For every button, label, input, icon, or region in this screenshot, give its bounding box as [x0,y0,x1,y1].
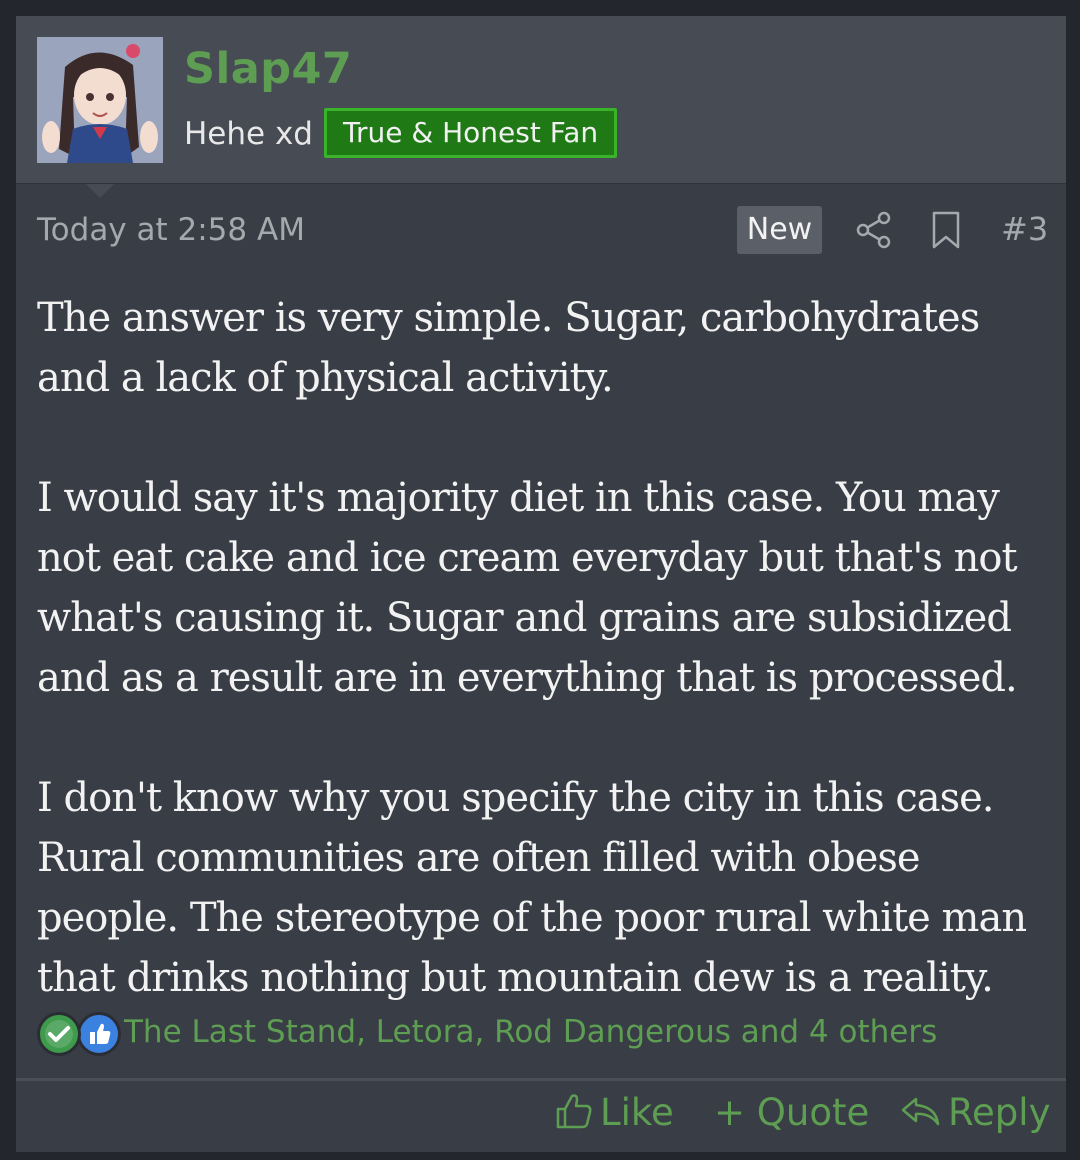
post-time[interactable]: Today at 2:58 AM [37,212,305,248]
reply-icon [901,1097,940,1126]
reaction-users[interactable]: The Last Stand, Letora, Rod Dangerous an… [124,1014,937,1050]
user-banner: True & Honest Fan [324,108,618,158]
thumbs-up-icon [556,1094,592,1129]
body-paragraph: I don't know why you specify the city in… [37,768,1047,1008]
body-line: people. The stereotype of the poor rural… [37,895,1027,941]
body-line: and a lack of physical activity. [37,355,614,401]
like-label: Like [600,1091,674,1134]
user-title: Hehe xd [184,116,313,152]
reactions-bar: The Last Stand, Letora, Rod Dangerous an… [37,1010,1047,1060]
header-caret [86,184,114,198]
body-line: I don't know why you specify the city in… [37,775,994,821]
username[interactable]: Slap47 [184,44,352,94]
avatar-image [37,37,163,163]
body-line: Rural communities are often filled with … [37,835,921,881]
reply-label: Reply [948,1091,1051,1134]
post-actions: Like + Quote Reply [16,1081,1066,1152]
body-line: The answer is very simple. Sugar, carboh… [37,295,980,341]
like-button[interactable]: Like [554,1091,674,1134]
post-number[interactable]: #3 [1001,210,1048,248]
like-icon[interactable] [77,1012,121,1056]
agree-icon[interactable] [37,1012,81,1056]
quote-button[interactable]: + Quote [714,1091,869,1134]
post: Slap47 Hehe xd True & Honest Fan Today a… [16,16,1066,1152]
body-paragraph: The answer is very simple. Sugar, carboh… [37,288,1047,408]
body-line: and as a result are in everything that i… [37,655,1018,701]
share-icon[interactable] [854,210,894,250]
quote-label: + Quote [714,1091,870,1134]
bookmark-icon[interactable] [928,210,964,250]
body-paragraph: I would say it's majority diet in this c… [37,468,1047,708]
avatar[interactable] [37,37,163,163]
new-badge: New [737,206,822,254]
body-line: I would say it's majority diet in this c… [37,475,1000,521]
body-line: that drinks nothing but mountain dew is … [37,955,994,1001]
reply-button[interactable]: Reply [900,1091,1050,1134]
user-header: Slap47 Hehe xd True & Honest Fan [16,16,1066,184]
body-line: what's causing it. Sugar and grains are … [37,595,1012,641]
post-body: The answer is very simple. Sugar, carboh… [37,288,1047,1008]
body-line: not eat cake and ice cream everyday but … [37,535,1018,581]
